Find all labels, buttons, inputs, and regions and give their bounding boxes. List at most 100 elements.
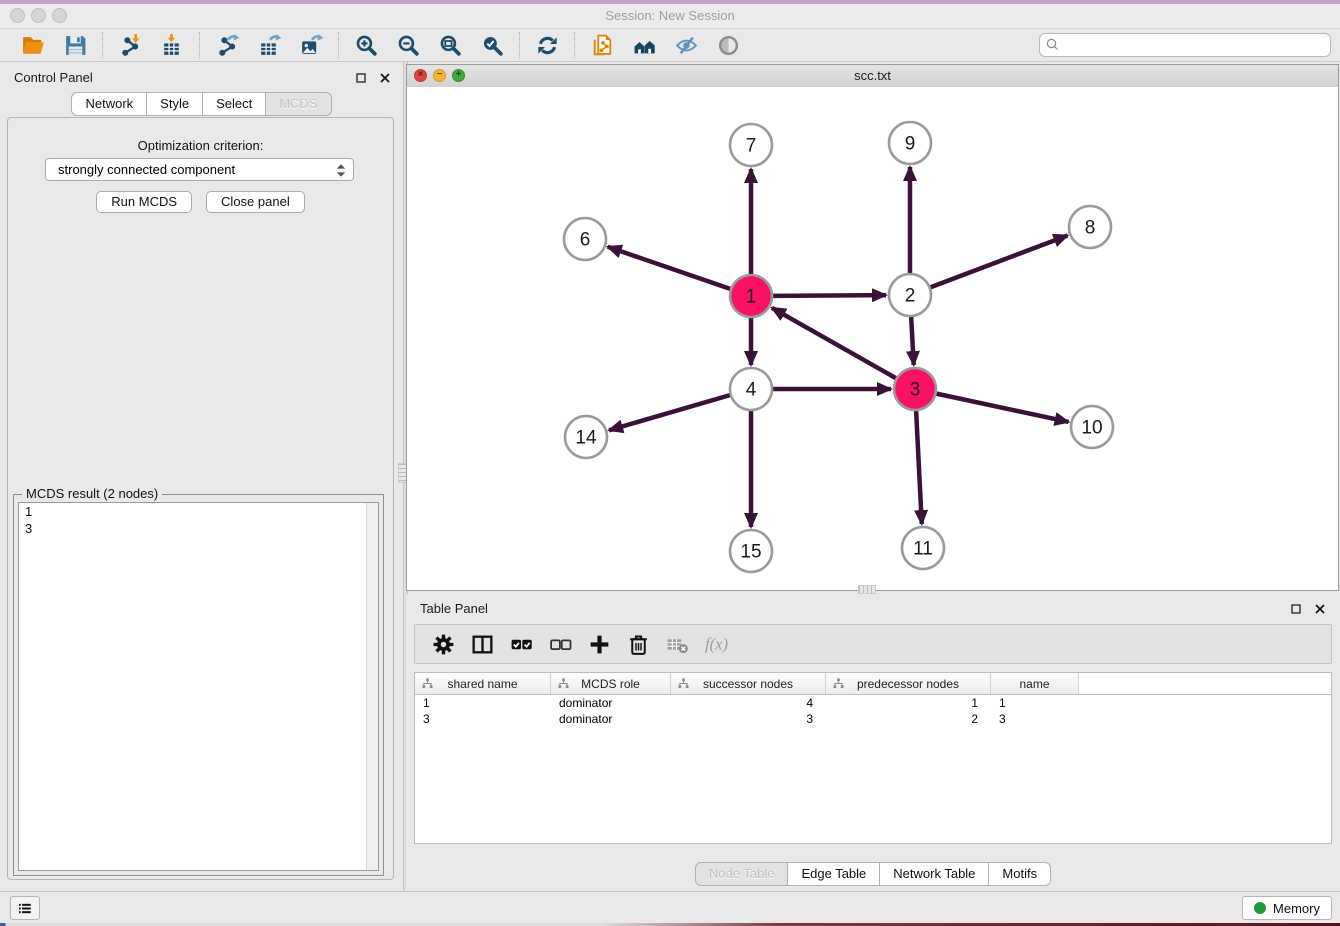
node-1[interactable]: 1 (730, 275, 772, 317)
column-header-successor-nodes[interactable]: successor nodes (671, 673, 826, 694)
toolbar-button-network-overview[interactable] (627, 31, 661, 59)
edge-3-11[interactable] (916, 411, 922, 524)
toolbar-button-save-session[interactable] (58, 31, 92, 59)
search-input[interactable] (1062, 34, 1330, 56)
tab-select[interactable]: Select (203, 92, 266, 116)
table-panel: Table Panel f(x) shared nameMCDS rolesuc… (406, 594, 1340, 892)
result-item[interactable]: 1 (19, 503, 378, 520)
function-builder-icon: f(x) (704, 632, 729, 657)
toolbar-button-export-image[interactable] (294, 31, 328, 59)
edge-2-3[interactable] (911, 317, 914, 365)
table-cell[interactable]: 2 (826, 711, 991, 727)
toolbar-button-import-network[interactable] (113, 31, 147, 59)
node-label: 7 (746, 136, 757, 157)
edge-2-8[interactable] (931, 235, 1068, 287)
node-9[interactable]: 9 (889, 122, 931, 164)
table-toolbar-button-select-all-columns[interactable] (503, 627, 540, 661)
node-10[interactable]: 10 (1071, 406, 1113, 448)
column-header-mcds-role[interactable]: MCDS role (551, 673, 671, 694)
mcds-panel: Optimization criterion: strongly connect… (7, 117, 394, 880)
table-toolbar-button-delete-table (659, 627, 696, 661)
window-titlebar[interactable]: Session: New Session (0, 4, 1340, 29)
toolbar-button-refresh-layout[interactable] (530, 31, 564, 59)
tab-edge-table[interactable]: Edge Table (788, 862, 880, 886)
node-label: 1 (746, 287, 757, 308)
toolbar-button-zoom-in[interactable] (349, 31, 383, 59)
mcds-result-list[interactable]: 13 (18, 502, 379, 871)
network-window-titlebar[interactable]: scc.txt (407, 65, 1338, 88)
table-toolbar-button-settings-gear[interactable] (425, 627, 462, 661)
toolbar-button-import-table[interactable] (155, 31, 189, 59)
toolbar-button-show-graphics-details[interactable] (711, 31, 745, 59)
table-toolbar-button-add-column[interactable] (581, 627, 618, 661)
float-table-panel-button[interactable] (1289, 602, 1302, 615)
zoom-out-icon (396, 33, 421, 58)
column-header-shared-name[interactable]: shared name (415, 673, 551, 694)
export-image-icon (299, 33, 324, 58)
table-cell[interactable]: 4 (671, 695, 826, 711)
toolbar-button-hide-graphics-details[interactable] (669, 31, 703, 59)
delete-table-icon (665, 632, 690, 657)
table-row[interactable]: 3dominator323 (415, 711, 1331, 727)
result-scrollbar[interactable] (366, 503, 378, 870)
column-header-predecessor-nodes[interactable]: predecessor nodes (826, 673, 991, 694)
toolbar-button-zoom-selected[interactable] (475, 31, 509, 59)
node-11[interactable]: 11 (902, 527, 944, 569)
toolbar-button-zoom-fit[interactable] (433, 31, 467, 59)
tab-mcds[interactable]: MCDS (266, 92, 331, 116)
tab-node-table[interactable]: Node Table (695, 862, 789, 886)
node-label: 2 (905, 286, 916, 307)
run-mcds-button[interactable]: Run MCDS (96, 191, 192, 213)
toolbar-button-export-network[interactable] (210, 31, 244, 59)
edge-4-14[interactable] (609, 395, 730, 430)
toolbar-button-zoom-out[interactable] (391, 31, 425, 59)
tab-motifs[interactable]: Motifs (989, 862, 1051, 886)
table-cell[interactable]: 1 (826, 695, 991, 711)
table-cell[interactable]: 1 (991, 695, 1079, 711)
table-cell[interactable]: dominator (551, 711, 671, 727)
header-filler (1079, 673, 1331, 694)
close-panel-button[interactable] (378, 71, 391, 84)
edge-1-6[interactable] (608, 247, 730, 289)
table-toolbar-button-deselect-all-columns[interactable] (542, 627, 579, 661)
node-8[interactable]: 8 (1069, 206, 1111, 248)
node-2[interactable]: 2 (889, 274, 931, 316)
node-label: 10 (1081, 418, 1102, 439)
tab-style[interactable]: Style (147, 92, 203, 116)
search-box[interactable] (1039, 33, 1331, 57)
splitter-grip-horizontal[interactable] (858, 585, 876, 594)
new-network-from-selection-icon (590, 33, 615, 58)
node-table: shared nameMCDS rolesuccessor nodesprede… (414, 672, 1332, 844)
table-cell[interactable]: 1 (415, 695, 551, 711)
node-14[interactable]: 14 (565, 416, 607, 458)
node-7[interactable]: 7 (730, 124, 772, 166)
edge-1-2[interactable] (773, 295, 886, 296)
table-row[interactable]: 1dominator411 (415, 695, 1331, 711)
float-panel-button[interactable] (354, 71, 367, 84)
show-panels-button[interactable] (10, 896, 40, 920)
node-4[interactable]: 4 (730, 368, 772, 410)
node-3[interactable]: 3 (894, 368, 936, 410)
table-cell[interactable]: 3 (415, 711, 551, 727)
table-cell[interactable]: dominator (551, 695, 671, 711)
toolbar-button-open-file[interactable] (16, 31, 50, 59)
node-6[interactable]: 6 (564, 218, 606, 260)
tab-network-table[interactable]: Network Table (880, 862, 989, 886)
edge-3-10[interactable] (937, 394, 1069, 422)
toolbar-button-new-network-from-selection[interactable] (585, 31, 619, 59)
node-15[interactable]: 15 (730, 530, 772, 572)
table-cell[interactable]: 3 (991, 711, 1079, 727)
column-header-name[interactable]: name (991, 673, 1079, 694)
criterion-select[interactable]: strongly connected component (45, 158, 354, 181)
table-toolbar-button-split-panel[interactable] (464, 627, 501, 661)
toolbar-button-export-table[interactable] (252, 31, 286, 59)
memory-button[interactable]: Memory (1242, 896, 1332, 920)
tab-network[interactable]: Network (71, 92, 147, 116)
table-toolbar-button-delete-column[interactable] (620, 627, 657, 661)
network-canvas[interactable]: 7 9 6 8 1 2 4 3 14 10 15 11 (407, 87, 1338, 590)
close-panel-button-inner[interactable]: Close panel (206, 191, 305, 213)
edge-3-1[interactable] (772, 308, 896, 378)
result-item[interactable]: 3 (19, 520, 378, 537)
close-table-panel-button[interactable] (1313, 602, 1326, 615)
table-cell[interactable]: 3 (671, 711, 826, 727)
